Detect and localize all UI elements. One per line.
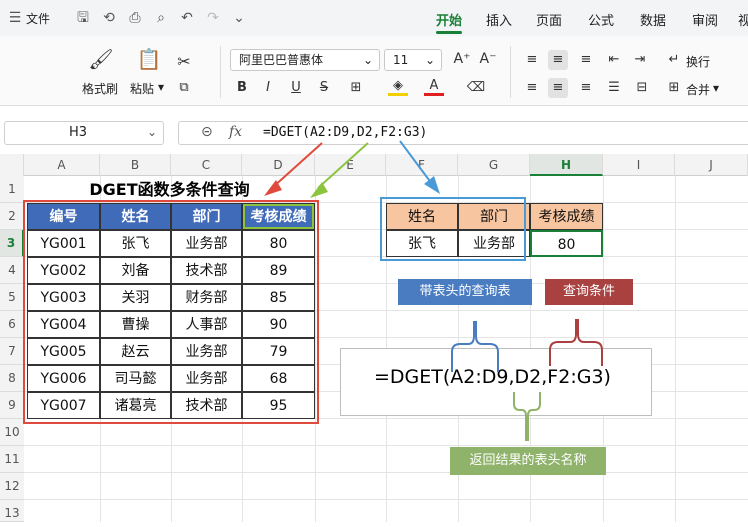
green-arrow [310,142,369,198]
red-brace [549,319,603,366]
blue-brace [451,321,499,372]
blue-arrow [399,140,440,194]
annotation-arrows [264,140,603,441]
green-brace [513,392,541,441]
red-arrow [264,142,323,196]
